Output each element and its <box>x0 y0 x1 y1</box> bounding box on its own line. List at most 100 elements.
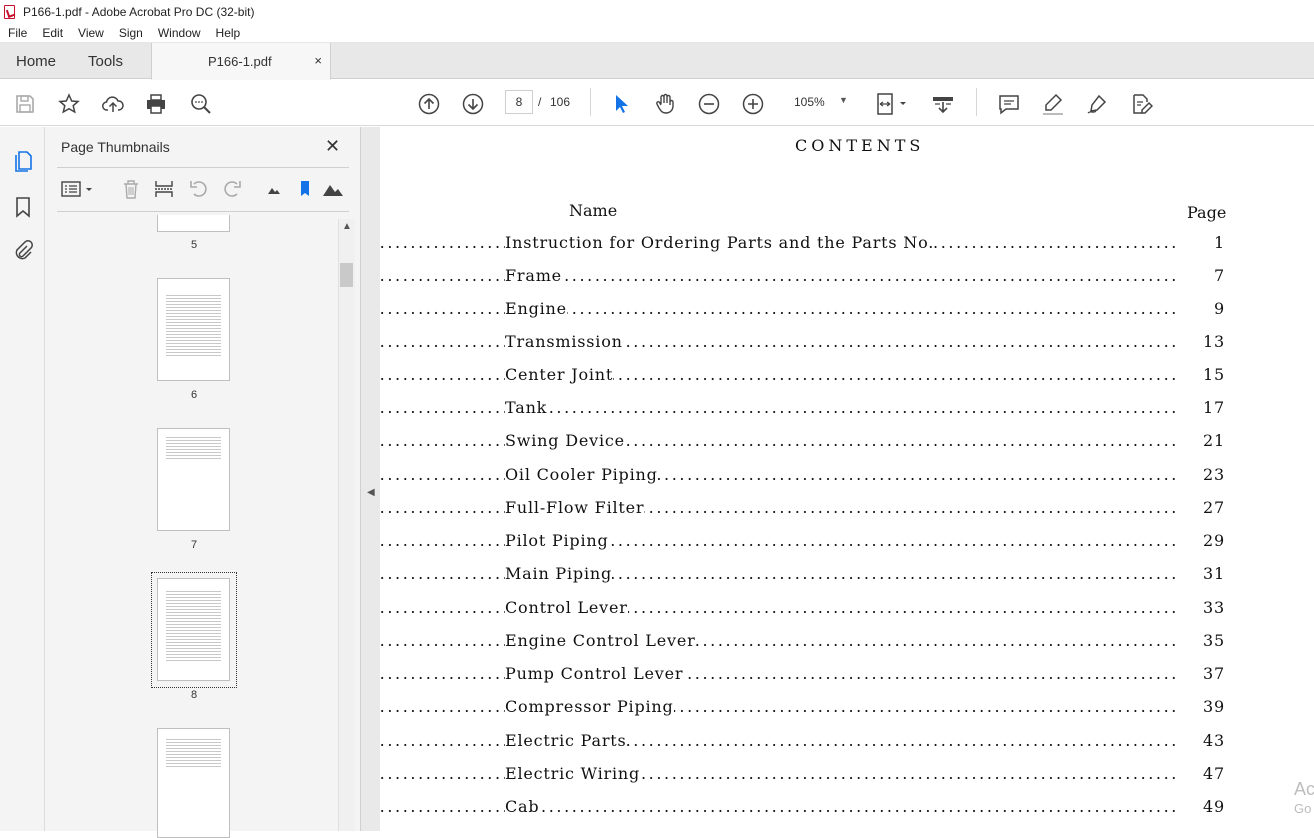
toc-leader-dots: ........................................… <box>380 332 1179 351</box>
next-page-icon[interactable] <box>460 91 486 117</box>
delete-trash-icon[interactable] <box>119 177 143 201</box>
page-thumbnail[interactable] <box>157 215 230 232</box>
zoom-out-icon[interactable] <box>696 91 722 117</box>
toc-entry-name: Instruction for Ordering Parts and the P… <box>505 233 935 252</box>
toc-entry-page: 37 <box>1203 664 1225 683</box>
total-pages: 106 <box>550 95 571 109</box>
toc-entry-name: Compressor Piping <box>505 697 674 716</box>
menu-bar: File Edit View Sign Window Help <box>0 23 1314 43</box>
thumbnail-options-icon[interactable] <box>60 177 96 201</box>
window-title: P166-1.pdf - Adobe Acrobat Pro DC (32-bi… <box>23 4 255 19</box>
toc-entry-name: Control Lever <box>505 598 628 617</box>
page-thumbnail[interactable] <box>157 728 230 838</box>
attachment-paperclip-icon[interactable] <box>11 239 35 263</box>
tab-tools[interactable]: Tools <box>88 53 123 70</box>
toc-entry: ........................................… <box>380 631 1225 655</box>
scroll-mode-icon[interactable] <box>930 91 956 117</box>
main-toolbar <box>0 80 1314 126</box>
menu-window[interactable]: Window <box>150 26 208 40</box>
rotate-clockwise-icon[interactable] <box>220 177 244 201</box>
rotate-counterclockwise-icon[interactable] <box>187 177 211 201</box>
toc-leader-dots: ........................................… <box>380 398 1179 417</box>
page-number-input[interactable]: 8 <box>505 90 533 114</box>
search-zoom-icon[interactable] <box>188 91 214 117</box>
page-thumbnails-icon[interactable] <box>11 149 35 173</box>
close-tab-button[interactable]: × <box>314 53 322 68</box>
previous-page-icon[interactable] <box>416 91 442 117</box>
toc-entry: ........................................… <box>380 598 1225 622</box>
watermark-line: Go <box>1294 801 1312 816</box>
scroll-up-icon[interactable]: ▲ <box>342 221 352 232</box>
toc-entry: ........................................… <box>380 664 1225 688</box>
toc-entry: ........................................… <box>380 764 1225 788</box>
zoom-level-dropdown[interactable]: 105% <box>794 95 825 109</box>
select-cursor-icon[interactable] <box>608 91 634 117</box>
document-page-view: CONTENTS Name Page .....................… <box>380 127 1314 831</box>
toc-leader-dots: ........................................… <box>380 598 1179 617</box>
close-panel-icon[interactable]: ✕ <box>325 136 340 157</box>
edit-pdf-icon[interactable] <box>1128 91 1154 117</box>
contents-heading: CONTENTS <box>795 136 925 155</box>
bookmark-icon[interactable] <box>11 195 35 219</box>
page-thumbnail-selected[interactable] <box>157 578 230 681</box>
scrollbar-thumb[interactable] <box>340 263 353 287</box>
insert-page-icon[interactable] <box>152 177 176 201</box>
toc-entry-name: Oil Cooler Piping <box>505 465 658 484</box>
thumbnail-scrollbar[interactable] <box>338 219 355 831</box>
toc-entry-page: 29 <box>1203 531 1225 550</box>
toc-entry-page: 21 <box>1203 431 1225 450</box>
bookmark-marker-icon[interactable] <box>293 177 317 201</box>
toc-entry: ........................................… <box>380 564 1225 588</box>
highlight-pen-icon[interactable] <box>1040 91 1066 117</box>
panel-divider <box>57 211 349 212</box>
toc-entry: ........................................… <box>380 797 1225 821</box>
tab-bar: Home Tools P166-1.pdf × <box>0 43 1314 80</box>
toc-entry: ........................................… <box>380 233 1225 257</box>
toc-leader-dots: ........................................… <box>380 797 1179 816</box>
menu-help[interactable]: Help <box>208 26 248 40</box>
menu-edit[interactable]: Edit <box>34 26 70 40</box>
sign-pen-icon[interactable] <box>1084 91 1110 117</box>
page-thumbnail[interactable] <box>157 278 230 381</box>
comment-icon[interactable] <box>996 91 1022 117</box>
menu-file[interactable]: File <box>0 26 34 40</box>
toc-entry-page: 1 <box>1214 233 1225 252</box>
toc-leader-dots: ........................................… <box>380 299 1179 318</box>
larger-thumbnails-icon[interactable] <box>321 177 345 201</box>
chevron-down-icon[interactable]: ▼ <box>839 95 848 105</box>
panel-divider <box>57 167 349 168</box>
tab-document[interactable]: P166-1.pdf × <box>151 43 331 80</box>
save-icon[interactable] <box>12 91 38 117</box>
toc-entry-name: Swing Device <box>505 431 625 450</box>
panel-splitter[interactable]: ◀ <box>361 127 380 831</box>
menu-sign[interactable]: Sign <box>111 26 150 40</box>
toc-entry: ........................................… <box>380 731 1225 755</box>
toc-entry-name: Electric Parts <box>505 731 627 750</box>
panel-title: Page Thumbnails <box>61 139 170 155</box>
toc-entry-page: 7 <box>1214 266 1225 285</box>
collapse-panel-icon[interactable]: ◀ <box>367 487 375 498</box>
toc-entry-page: 35 <box>1203 631 1225 650</box>
toc-entry-page: 39 <box>1203 697 1225 716</box>
toc-entry-name: Main Piping <box>505 564 613 583</box>
page-fit-icon[interactable] <box>874 91 910 117</box>
toc-entry-page: 23 <box>1203 465 1225 484</box>
toc-entry-name: Frame <box>505 266 562 285</box>
upload-cloud-icon[interactable] <box>100 91 126 117</box>
toc-leader-dots: ........................................… <box>380 764 1179 783</box>
print-icon[interactable] <box>143 91 169 117</box>
toc-entry-name: Full-Flow Filter <box>505 498 645 517</box>
toc-entry-page: 33 <box>1203 598 1225 617</box>
zoom-in-icon[interactable] <box>740 91 766 117</box>
menu-view[interactable]: View <box>70 26 111 40</box>
hand-tool-icon[interactable] <box>652 91 678 117</box>
page-thumbnail[interactable] <box>157 428 230 531</box>
thumbnail-label: 8 <box>190 689 198 701</box>
smaller-thumbnails-icon[interactable] <box>262 177 286 201</box>
star-icon[interactable] <box>56 91 82 117</box>
toc-entry-name: Pilot Piping <box>505 531 609 550</box>
toc-entry-page: 27 <box>1203 498 1225 517</box>
toc-entry: ........................................… <box>380 332 1225 356</box>
toc-entry-page: 49 <box>1203 797 1225 816</box>
tab-home[interactable]: Home <box>16 53 56 70</box>
